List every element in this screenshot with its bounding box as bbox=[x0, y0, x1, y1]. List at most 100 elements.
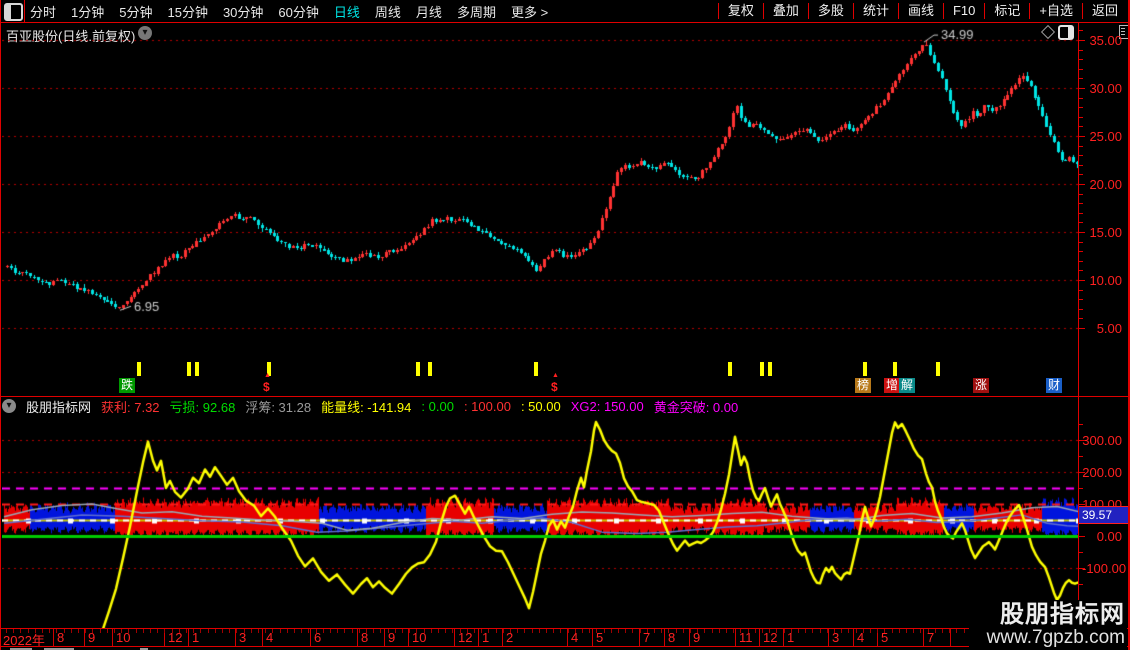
event-badge[interactable]: 涨 bbox=[973, 378, 990, 393]
tab-daily[interactable]: 日线 bbox=[334, 2, 360, 21]
multi-stock-button[interactable]: 多股 bbox=[807, 3, 853, 19]
dollar-marker[interactable]: $ bbox=[263, 372, 271, 394]
signal-bar-marker bbox=[893, 362, 897, 376]
time-axis-separator bbox=[454, 629, 455, 646]
tab-15min[interactable]: 15分钟 bbox=[167, 2, 207, 21]
time-axis-minor-tick bbox=[798, 629, 799, 633]
indicator-param-goldbreak: 黄金突破: 0.00 bbox=[653, 399, 739, 415]
price-axis-tick bbox=[1079, 261, 1083, 262]
event-badge[interactable]: 增 bbox=[884, 378, 901, 393]
time-axis-minor-tick bbox=[848, 629, 849, 633]
time-axis-label: 8 bbox=[668, 630, 676, 645]
time-axis-minor-tick bbox=[654, 629, 655, 633]
tab-5min[interactable]: 5分钟 bbox=[119, 2, 152, 21]
time-axis-minor-tick bbox=[827, 629, 828, 633]
tab-1min[interactable]: 1分钟 bbox=[71, 2, 104, 21]
time-axis-separator bbox=[112, 629, 113, 646]
indicator-param-fifty: : 50.00 bbox=[520, 398, 561, 414]
time-axis-minor-tick bbox=[726, 629, 727, 633]
add-favorite-button[interactable]: +自选 bbox=[1029, 3, 1082, 19]
time-axis-label: 9 bbox=[693, 630, 701, 645]
time-axis-label: 12 bbox=[763, 630, 778, 645]
price-axis-tick bbox=[1079, 88, 1085, 89]
indicator-header: ▾ 股朋指标网 获利: 7.32 亏损: 92.68 浮筹: 31.28 能量线… bbox=[2, 398, 1076, 414]
signal-bar-marker bbox=[760, 362, 764, 376]
tab-more[interactable]: 更多 > bbox=[511, 2, 548, 21]
time-axis-minor-tick bbox=[85, 629, 86, 633]
price-axis-tick bbox=[1079, 50, 1083, 51]
time-axis-minor-tick bbox=[496, 629, 497, 633]
time-axis-minor-tick bbox=[820, 629, 821, 633]
event-badge[interactable]: 榜 bbox=[855, 378, 872, 393]
candlestick-chart-canvas[interactable] bbox=[2, 24, 1078, 396]
price-axis-tick bbox=[1079, 98, 1083, 99]
signal-bar-marker bbox=[534, 362, 538, 376]
signal-bar-marker bbox=[195, 362, 199, 376]
time-axis-minor-tick bbox=[164, 629, 165, 633]
indicator-param-hundred: : 100.00 bbox=[463, 398, 511, 414]
price-axis-tick bbox=[1079, 184, 1085, 185]
time-axis-separator bbox=[828, 629, 829, 646]
indicator-axis-tick bbox=[1079, 552, 1083, 553]
time-axis-label: 8 bbox=[361, 630, 369, 645]
tab-multi-period[interactable]: 多周期 bbox=[457, 2, 496, 21]
time-axis-minor-tick bbox=[625, 629, 626, 633]
time-axis-minor-tick bbox=[107, 629, 108, 633]
tab-30min[interactable]: 30分钟 bbox=[223, 2, 263, 21]
time-axis-separator bbox=[478, 629, 479, 646]
layout-toggle-icon[interactable] bbox=[4, 3, 23, 21]
price-axis-tick bbox=[1079, 155, 1083, 156]
stats-button[interactable]: 统计 bbox=[852, 3, 898, 19]
indicator-axis-tick bbox=[1079, 536, 1085, 537]
f10-button[interactable]: F10 bbox=[942, 3, 984, 19]
time-axis-minor-tick bbox=[568, 629, 569, 633]
signal-bar-marker bbox=[936, 362, 940, 376]
indicator-axis-tick bbox=[1079, 424, 1083, 425]
time-axis-label: 10 bbox=[412, 630, 427, 645]
time-axis-minor-tick bbox=[870, 629, 871, 633]
time-axis-label: 2 bbox=[506, 630, 514, 645]
dollar-marker[interactable]: $ bbox=[551, 372, 559, 394]
collapse-chevron-icon[interactable]: ▾ bbox=[2, 399, 16, 413]
indicator-axis-label: 200.00 bbox=[1082, 465, 1122, 480]
price-axis-tick bbox=[1079, 213, 1083, 214]
back-button[interactable]: 返回 bbox=[1081, 3, 1127, 19]
time-axis-minor-tick bbox=[323, 629, 324, 633]
event-badge[interactable]: 财 bbox=[1046, 378, 1063, 393]
price-axis-tick bbox=[1079, 222, 1083, 223]
tab-weekly[interactable]: 周线 bbox=[375, 2, 401, 21]
price-axis-tick bbox=[1079, 40, 1085, 41]
time-axis-minor-tick bbox=[143, 629, 144, 633]
indicator-chart-canvas[interactable] bbox=[2, 414, 1078, 628]
draw-line-button[interactable]: 画线 bbox=[897, 3, 943, 19]
indicator-axis-label: -100.00 bbox=[1082, 561, 1127, 576]
tab-monthly[interactable]: 月线 bbox=[416, 2, 442, 21]
price-axis-tick bbox=[1079, 107, 1083, 108]
indicator-value-badge: 39.57 bbox=[1079, 506, 1130, 524]
event-badge[interactable]: 解 bbox=[899, 378, 916, 393]
mark-button[interactable]: 标记 bbox=[984, 3, 1029, 19]
price-axis-tick bbox=[1079, 299, 1083, 300]
time-axis-separator bbox=[950, 629, 951, 646]
time-axis-minor-tick bbox=[640, 629, 641, 633]
price-axis-tick bbox=[1079, 309, 1083, 310]
overlay-button[interactable]: 叠加 bbox=[762, 3, 808, 19]
tab-fenshi[interactable]: 分时 bbox=[30, 2, 56, 21]
event-badge[interactable]: 跌 bbox=[119, 378, 136, 393]
time-axis-minor-tick bbox=[359, 629, 360, 633]
fuquan-button[interactable]: 复权 bbox=[717, 3, 763, 19]
time-axis-minor-tick bbox=[805, 629, 806, 633]
price-axis-tick bbox=[1079, 251, 1083, 252]
time-axis-minor-tick bbox=[964, 629, 965, 633]
time-axis-label: 3 bbox=[832, 630, 840, 645]
price-axis-tick bbox=[1079, 126, 1083, 127]
tab-60min[interactable]: 60分钟 bbox=[278, 2, 318, 21]
time-axis-minor-tick bbox=[632, 629, 633, 633]
indicator-axis-label: 0.00 bbox=[1096, 529, 1122, 544]
price-axis-label: 5.00 bbox=[1096, 321, 1122, 336]
time-axis-minor-tick bbox=[409, 629, 410, 633]
time-axis-minor-tick bbox=[474, 629, 475, 633]
period-tabs: 分时 1分钟 5分钟 15分钟 30分钟 60分钟 日线 周线 月线 多周期 更… bbox=[30, 0, 548, 22]
time-axis-separator bbox=[310, 629, 311, 646]
price-axis-tick bbox=[1079, 165, 1083, 166]
